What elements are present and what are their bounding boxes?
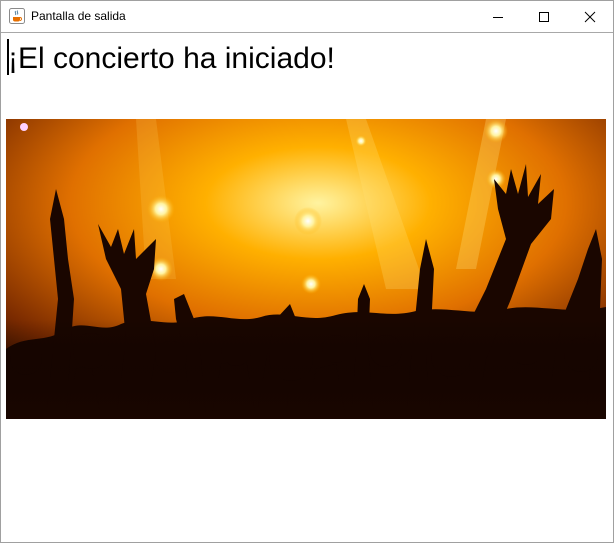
- app-window: Pantalla de salida ¡El concierto ha inic…: [0, 0, 614, 543]
- close-button[interactable]: [567, 1, 613, 32]
- minimize-button[interactable]: [475, 1, 521, 32]
- maximize-button[interactable]: [521, 1, 567, 32]
- window-title: Pantalla de salida: [31, 9, 126, 23]
- concert-photo: [6, 119, 606, 419]
- minimize-icon: [493, 16, 503, 18]
- java-coffee-icon[interactable]: [9, 8, 25, 24]
- content-pane: ¡El concierto ha iniciado!: [1, 33, 613, 542]
- close-icon: [584, 11, 596, 22]
- title-bar[interactable]: Pantalla de salida: [1, 1, 613, 33]
- maximize-icon: [539, 11, 549, 22]
- concert-heading: ¡El concierto ha iniciado!: [8, 42, 335, 75]
